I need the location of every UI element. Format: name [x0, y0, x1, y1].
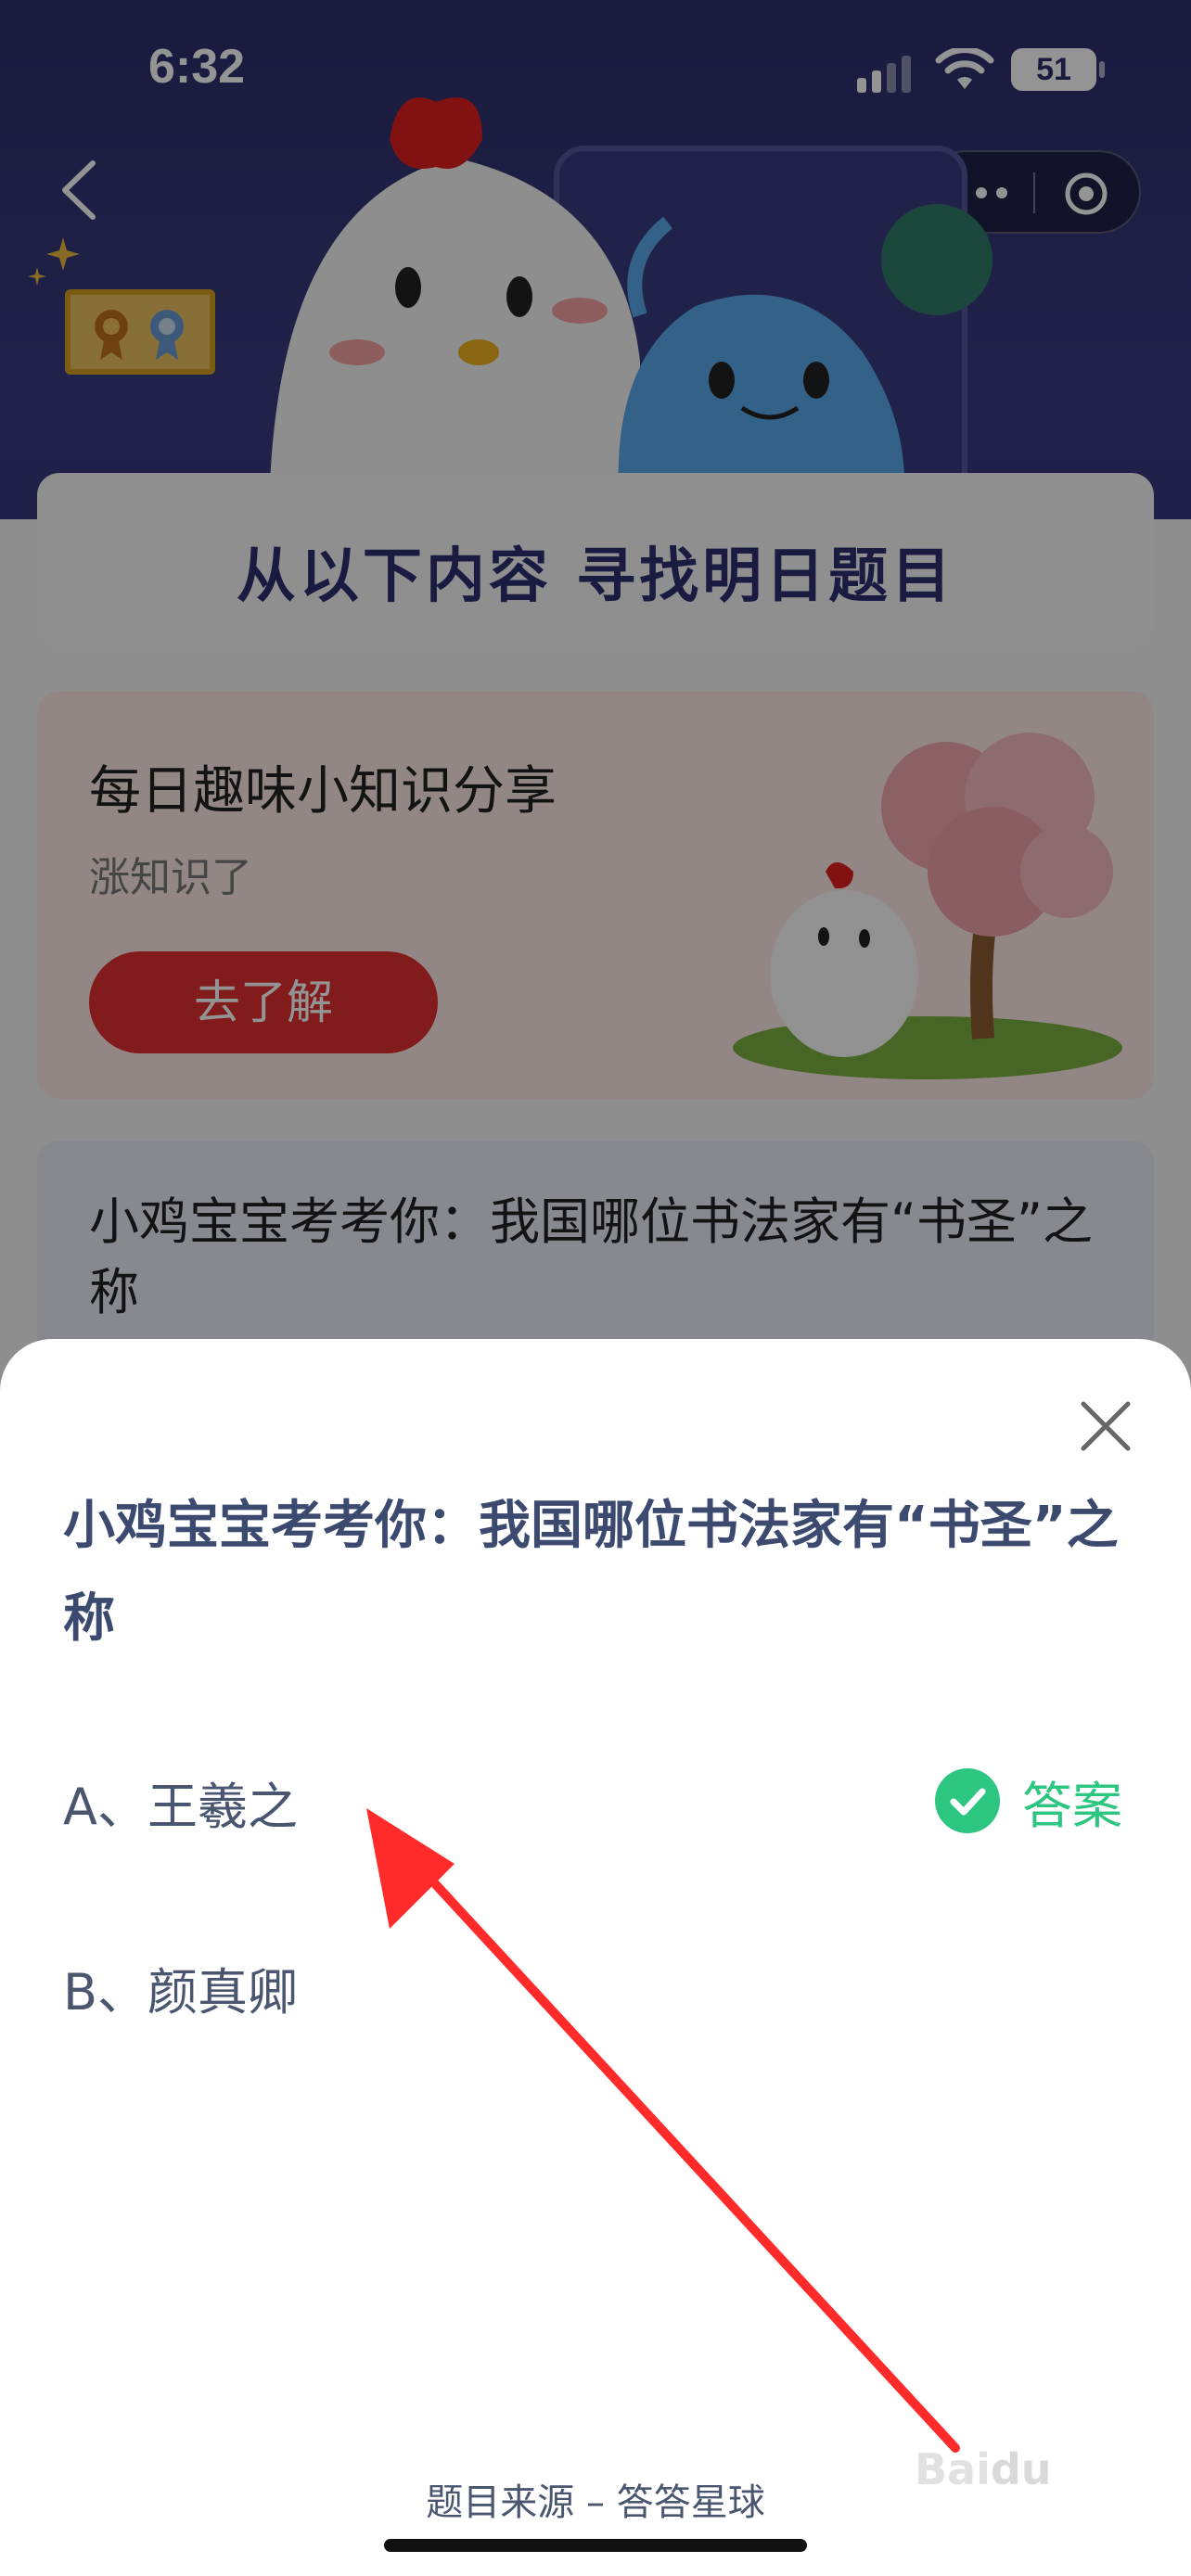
answer-sheet: 小鸡宝宝考考你：我国哪位书法家有“书圣”之称 A、王羲之 答案 B、颜真卿 题目… [0, 1339, 1191, 2576]
option-a[interactable]: A、王羲之 [63, 1766, 298, 1839]
check-icon [935, 1768, 1000, 1833]
option-b[interactable]: B、颜真卿 [63, 1951, 298, 2024]
watermark-logo: Baidu [915, 2444, 1052, 2494]
sheet-question-title: 小鸡宝宝考考你：我国哪位书法家有“书圣”之称 [63, 1496, 1119, 1649]
answer-label: 答案 [1022, 1776, 1122, 1835]
close-icon[interactable] [1076, 1396, 1135, 1456]
app-root: 6:32 51 从以下内容 寻找明日题目 每日趣味小知识分享 涨知识了 去了解 … [0, 0, 1191, 2576]
answer-badge: 答案 [935, 1767, 1122, 1835]
home-indicator [384, 2539, 807, 2552]
